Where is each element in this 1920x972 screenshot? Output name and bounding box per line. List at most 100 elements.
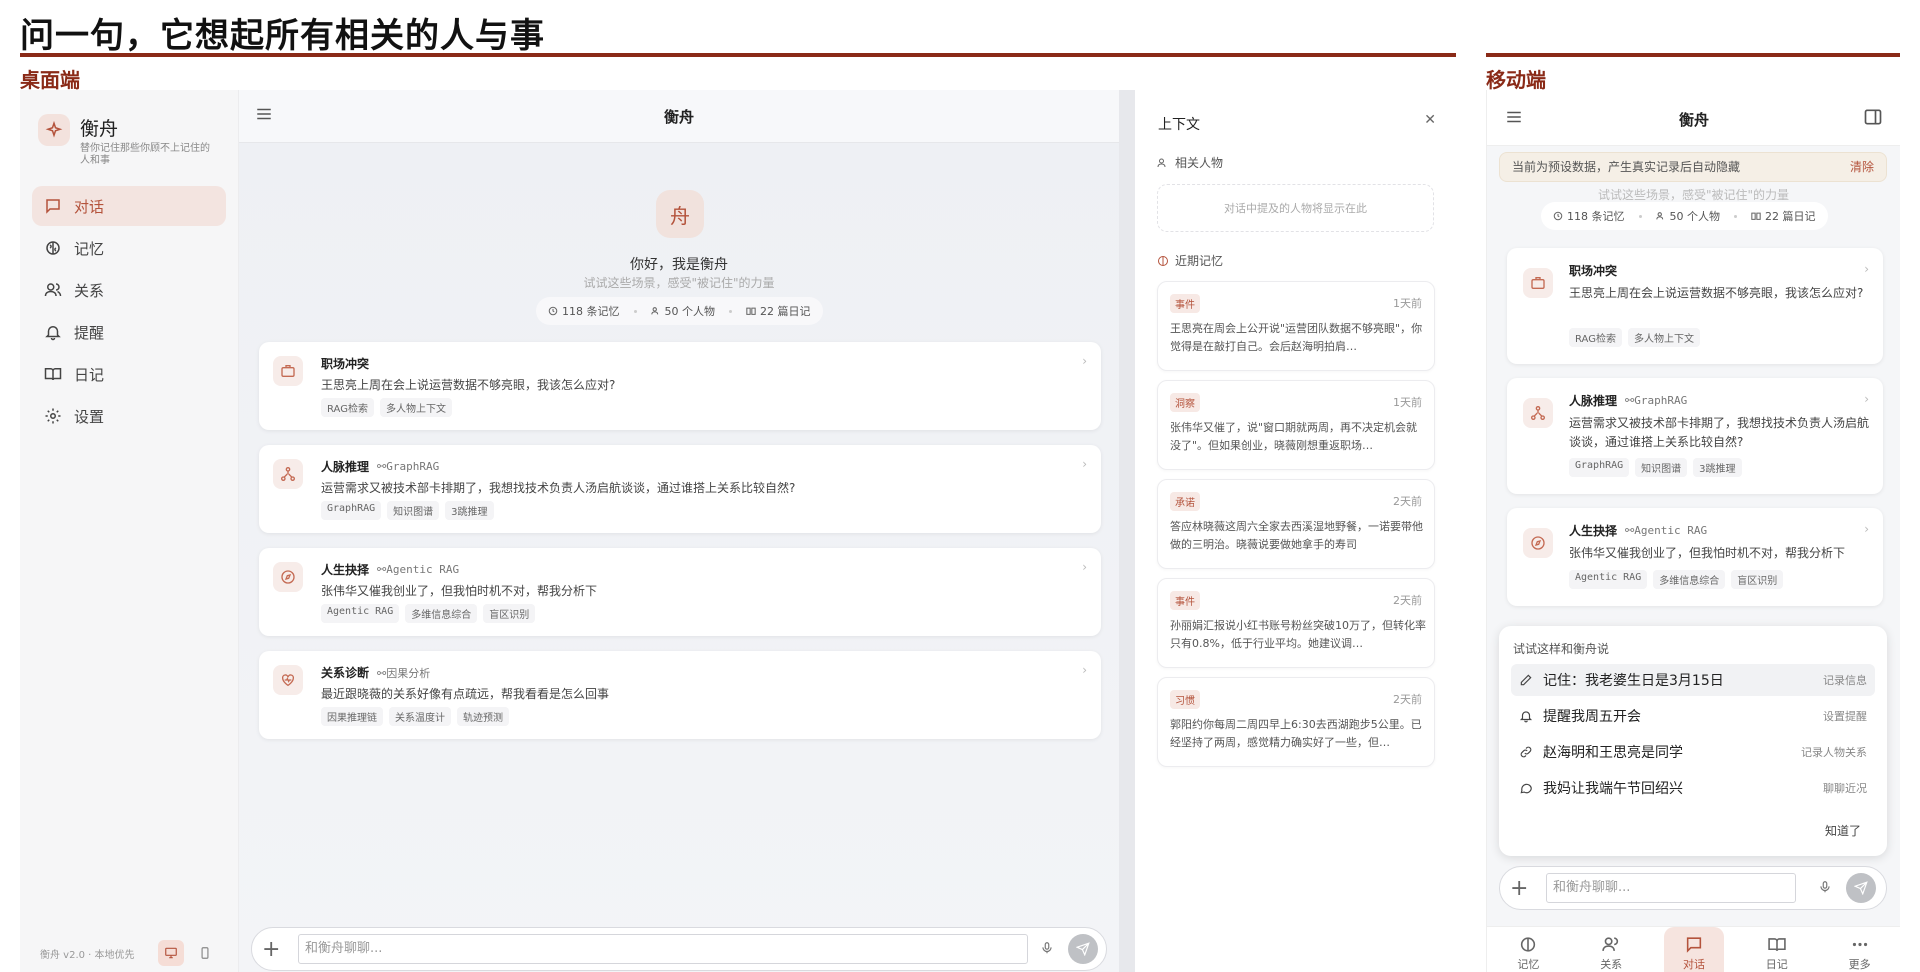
tag: 多维信息综合 <box>1653 570 1726 589</box>
got-it-button[interactable]: 知道了 <box>1825 822 1861 839</box>
sidebar-item-chat[interactable]: 对话 <box>32 186 226 226</box>
plus-icon[interactable]: + <box>262 937 280 962</box>
send-button[interactable] <box>1846 873 1876 903</box>
chevron-right-icon: › <box>1082 560 1087 574</box>
plus-icon[interactable]: + <box>1510 876 1528 901</box>
memory-card[interactable]: 事件 1天前 王思亮在周会上公开说"运营团队数据不够亮眼"，你觉得是在敲打自己。… <box>1157 281 1435 371</box>
chevron-right-icon: › <box>1864 262 1869 276</box>
chat-icon <box>1520 783 1532 794</box>
mobile-scenario-card-workplace[interactable]: 职场冲突 王思亮上周在会上说运营数据不够亮眼，我该怎么应对? RAG检索 多人物… <box>1507 248 1883 364</box>
sidebar-nav: 对话 记忆 关系 提醒 日记 设置 <box>32 186 226 438</box>
tab-more[interactable]: 更多 <box>1830 927 1890 972</box>
mobile-scenario-card-network[interactable]: 人脉推理 ⚯GraphRAG 运营需求又被技术部卡排期了，我想找技术负责人汤启航谈… <box>1507 378 1883 494</box>
users-icon <box>1602 937 1619 951</box>
stats-bar: 118 条记忆 50 个人物 22 篇日记 <box>536 297 823 325</box>
memory-text: 郭阳约你每周二周四早上6:30去西湖跑步5公里。已经坚持了两周，感觉精力确实好了… <box>1170 718 1422 749</box>
tag: Agentic RAG <box>1569 570 1648 589</box>
people-count: 50 个人物 <box>664 305 716 318</box>
suggestion-hint: 记录信息 <box>1823 674 1867 687</box>
scenario-card-workplace[interactable]: 职场冲突 王思亮上周在会上说运营数据不够亮眼，我该怎么应对? RAG检索 多人物… <box>259 342 1101 430</box>
panel-toggle-icon[interactable] <box>1863 107 1883 127</box>
send-icon <box>1854 881 1868 895</box>
separator-dot <box>633 309 637 313</box>
desktop-view-button[interactable] <box>158 940 184 966</box>
diaries-count: 22 篇日记 <box>760 305 811 318</box>
tab-memory[interactable]: 记忆 <box>1498 927 1558 972</box>
chat-input[interactable]: 和衡舟聊聊... <box>298 934 1028 964</box>
tab-relations[interactable]: 关系 <box>1581 927 1641 972</box>
scenario-card-relationship[interactable]: 关系诊断 ⚯因果分析 最近跟晓薇的关系好像有点疏远，帮我看看是怎么回事 因果推理链… <box>259 651 1101 739</box>
mobile-subtitle: 试试这些场景，感受"被记住"的力量 <box>1597 188 1790 202</box>
card-body: 张伟华又催我创业了，但我怕时机不对，帮我分析下 <box>1569 546 1846 560</box>
memory-card[interactable]: 洞察 1天前 张伟华又催了，说"窗口期就两周，再不决定机会就没了"。但如果创业，… <box>1157 380 1435 470</box>
scenario-card-life-choice[interactable]: 人生抉择 ⚯Agentic RAG 张伟华又催我创业了，但我怕时机不对，帮我分析下… <box>259 548 1101 636</box>
card-tags: RAG检索 多人物上下文 <box>1569 328 1700 347</box>
card-body: 张伟华又催我创业了，但我怕时机不对，帮我分析下 <box>321 584 598 598</box>
memory-text: 孙丽娟汇报说小红书账号粉丝突破10万了，但转化率只有0.8%，低于行业平均。她建… <box>1170 619 1426 650</box>
mobile-scenario-card-life-choice[interactable]: 人生抉择 ⚯Agentic RAG 张伟华又催我创业了，但我怕时机不对，帮我分析下… <box>1507 508 1883 606</box>
card-title: 人脉推理 ⚯GraphRAG <box>1569 394 1688 408</box>
tag: 轨迹预测 <box>457 707 509 726</box>
assistant-avatar: 舟 <box>656 190 704 238</box>
diaries-stat: 22 篇日记 <box>746 303 811 319</box>
tag: RAG检索 <box>1569 328 1622 347</box>
mobile-view-button[interactable] <box>192 940 218 966</box>
compass-icon <box>273 562 303 592</box>
suggestion-hint: 聊聊近况 <box>1823 782 1867 795</box>
tag: Agentic RAG <box>321 604 400 623</box>
suggestion-item[interactable]: 记住：我老婆生日是3月15日 记录信息 <box>1511 664 1875 696</box>
chevron-right-icon: › <box>1864 522 1869 536</box>
memory-card[interactable]: 承诺 2天前 答应林晓薇这周六全家去西溪湿地野餐，一诺要带他做的三明治。晓薇说要… <box>1157 479 1435 569</box>
tab-chat[interactable]: 对话 <box>1663 927 1724 972</box>
sidebar-item-settings[interactable]: 设置 <box>32 396 226 436</box>
mobile-header: 衡舟 <box>1487 90 1900 146</box>
pencil-icon <box>1520 674 1532 686</box>
book-icon <box>1751 212 1761 220</box>
gear-icon <box>44 407 62 425</box>
tab-diary[interactable]: 日记 <box>1747 927 1807 972</box>
sidebar-item-memory[interactable]: 记忆 <box>32 228 226 268</box>
card-title: 人生抉择 ⚯Agentic RAG <box>321 563 460 577</box>
memory-card[interactable]: 习惯 2天前 郭阳约你每周二周四早上6:30去西湖跑步5公里。已经坚持了两周，感… <box>1157 677 1435 767</box>
tag: 3跳推理 <box>1693 458 1742 477</box>
heart-pulse-icon <box>273 665 303 695</box>
tab-label: 日记 <box>1765 958 1788 971</box>
memory-text: 答应林晓薇这周六全家去西溪湿地野餐，一诺要带他做的三明治。晓薇说要做她拿手的寿司 <box>1170 520 1423 551</box>
users-icon <box>1157 158 1166 167</box>
microphone-icon[interactable] <box>1040 940 1054 956</box>
suggestion-item[interactable]: 我妈让我端午节回绍兴 聊聊近况 <box>1511 772 1875 804</box>
mobile-chat-input[interactable]: 和衡舟聊聊... <box>1546 873 1796 903</box>
sidebar-item-reminders[interactable]: 提醒 <box>32 312 226 352</box>
memory-text: 王思亮在周会上公开说"运营团队数据不够亮眼"，你觉得是在敲打自己。会后赵海明拍肩… <box>1170 322 1423 353</box>
tag: GraphRAG <box>321 501 382 520</box>
sidebar-item-relations[interactable]: 关系 <box>32 270 226 310</box>
memory-card[interactable]: 事件 2天前 孙丽娟汇报说小红书账号粉丝突破10万了，但转化率只有0.8%，低于… <box>1157 578 1435 668</box>
chevron-right-icon: › <box>1864 392 1869 406</box>
close-icon[interactable]: ✕ <box>1424 112 1436 128</box>
sidebar-item-diary[interactable]: 日记 <box>32 354 226 394</box>
separator-dot <box>1734 214 1737 218</box>
microphone-icon[interactable] <box>1818 879 1832 895</box>
memory-time: 2天前 <box>1393 495 1422 508</box>
card-title: 人生抉择 ⚯Agentic RAG <box>1569 524 1708 538</box>
brain-icon <box>1521 937 1536 952</box>
scenario-card-network[interactable]: 人脉推理 ⚯GraphRAG 运营需求又被技术部卡排期了，我想找技术负责人汤启航谈… <box>259 445 1101 533</box>
clock-icon <box>548 306 558 316</box>
clear-button[interactable]: 清除 <box>1850 153 1874 181</box>
tab-label: 关系 <box>1600 958 1623 971</box>
desktop-frame: 衡舟 替你记住那些你顾不上记住的人和事 对话 记忆 关系 提醒 日记 设置 衡舟… <box>20 90 1456 972</box>
panel-divider[interactable] <box>1119 90 1135 972</box>
suggestion-item[interactable]: 赵海明和王思亮是同学 记录人物关系 <box>1511 736 1875 768</box>
more-icon <box>1852 942 1867 947</box>
sidebar-item-label: 对话 <box>74 197 105 216</box>
memory-type-badge: 承诺 <box>1170 492 1200 511</box>
tab-label: 更多 <box>1848 958 1871 971</box>
sidebar-item-label: 日记 <box>74 365 105 384</box>
bell-icon <box>44 323 62 341</box>
suggestion-item[interactable]: 提醒我周五开会 设置提醒 <box>1511 700 1875 732</box>
suggestion-text: 提醒我周五开会 <box>1543 709 1641 725</box>
network-icon <box>1523 398 1553 428</box>
send-button[interactable] <box>1068 934 1098 964</box>
link-icon <box>1520 746 1532 758</box>
compass-icon <box>1523 528 1553 558</box>
